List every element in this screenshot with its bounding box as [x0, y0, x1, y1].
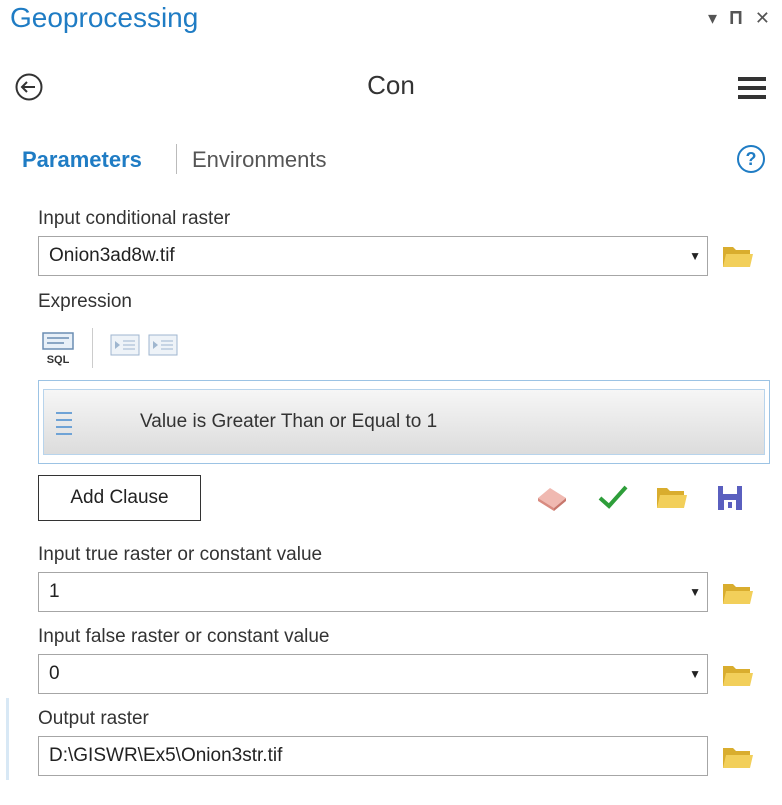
pane-options-dropdown-icon[interactable]: ▾	[708, 8, 717, 29]
folder-icon[interactable]	[722, 580, 754, 606]
check-icon[interactable]	[598, 484, 628, 510]
clause-value: 1	[426, 411, 438, 432]
conditional-raster-label: Input conditional raster	[38, 208, 231, 229]
pane-controls: ▾ 𝚷 ✕	[708, 8, 770, 29]
false-raster-select[interactable]: 0 ▼	[38, 654, 708, 694]
pin-icon[interactable]: 𝚷	[729, 8, 743, 29]
true-raster-label: Input true raster or constant value	[38, 544, 323, 565]
dropdown-arrow-icon[interactable]: ▼	[689, 237, 701, 275]
menu-icon[interactable]	[738, 76, 766, 100]
svg-text:SQL: SQL	[47, 354, 70, 366]
clause-text: Value is Greater Than or Equal to 1	[140, 390, 437, 454]
open-folder-icon[interactable]	[656, 484, 688, 510]
active-parameter-indicator	[6, 698, 9, 780]
folder-icon[interactable]	[722, 744, 754, 770]
dropdown-arrow-icon[interactable]: ▼	[689, 573, 701, 611]
true-raster-select[interactable]: 1 ▼	[38, 572, 708, 612]
output-raster-value: D:\GISWR\Ex5\Onion3str.tif	[49, 745, 283, 766]
sql-icon[interactable]: SQL	[42, 332, 74, 366]
clause-operator: is Greater Than or Equal to	[192, 411, 422, 432]
conditional-raster-value: Onion3ad8w.tif	[49, 245, 175, 266]
false-raster-label: Input false raster or constant value	[38, 626, 330, 647]
conditional-raster-select[interactable]: Onion3ad8w.tif ▼	[38, 236, 708, 276]
save-icon[interactable]	[716, 484, 744, 512]
pane-title: Geoprocessing	[10, 2, 199, 33]
folder-icon[interactable]	[722, 662, 754, 688]
false-raster-value: 0	[49, 663, 60, 684]
toolbar-divider	[92, 328, 93, 368]
help-icon[interactable]: ?	[736, 144, 766, 174]
dropdown-arrow-icon[interactable]: ▼	[689, 655, 701, 693]
folder-icon[interactable]	[722, 243, 754, 269]
close-icon[interactable]: ✕	[755, 8, 770, 29]
expression-builder: Value is Greater Than or Equal to 1	[38, 380, 770, 464]
eraser-icon[interactable]	[534, 484, 570, 512]
add-clause-button[interactable]: Add Clause	[38, 475, 201, 521]
indent-right-icon[interactable]	[148, 334, 178, 356]
svg-text:?: ?	[746, 149, 757, 169]
tab-environments[interactable]: Environments	[192, 147, 327, 173]
clause-field: Value	[140, 411, 188, 432]
drag-handle-icon[interactable]	[54, 408, 74, 438]
tab-divider	[176, 144, 177, 174]
tool-title: Con	[367, 70, 415, 100]
indent-left-icon[interactable]	[110, 334, 140, 356]
output-raster-input[interactable]: D:\GISWR\Ex5\Onion3str.tif	[38, 736, 708, 776]
expression-label: Expression	[38, 291, 132, 312]
tab-parameters[interactable]: Parameters	[22, 147, 142, 173]
expression-clause[interactable]: Value is Greater Than or Equal to 1	[43, 389, 765, 455]
true-raster-value: 1	[49, 581, 60, 602]
output-raster-label: Output raster	[38, 708, 149, 729]
